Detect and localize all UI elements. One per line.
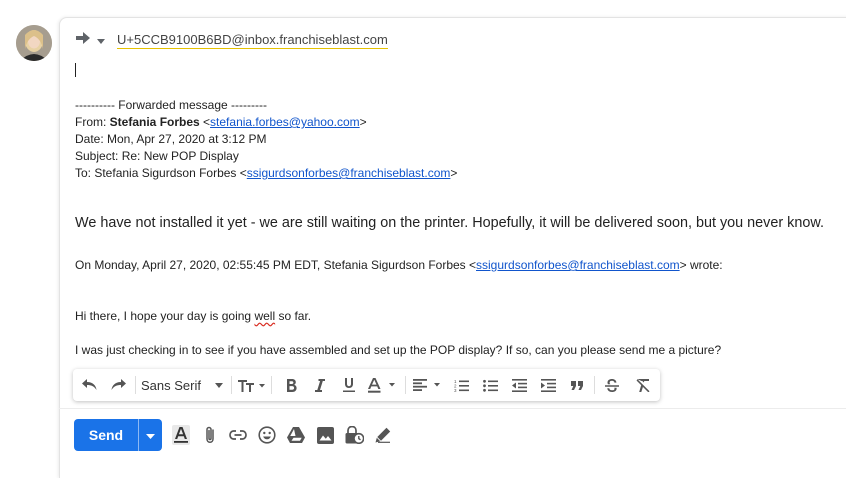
forwarded-to-email-link[interactable]: ssigurdsonforbes@franchiseblast.com (247, 166, 451, 180)
strikethrough-icon[interactable] (600, 369, 624, 401)
indent-more-icon[interactable] (536, 369, 560, 401)
remove-formatting-icon[interactable] (631, 369, 655, 401)
bold-icon[interactable] (279, 369, 303, 401)
forwarded-from-email-link[interactable]: stefania.forbes@yahoo.com (210, 115, 360, 129)
toolbar-separator (405, 376, 406, 394)
toolbar-separator (271, 376, 272, 394)
underline-icon[interactable] (337, 369, 361, 401)
toolbar-divider (59, 408, 846, 409)
svg-text:3: 3 (454, 388, 457, 392)
bulleted-list-icon[interactable] (478, 369, 502, 401)
forward-arrow-icon[interactable] (76, 31, 90, 49)
google-drive-icon[interactable] (285, 424, 307, 446)
toolbar-separator (135, 376, 136, 394)
misspelled-word[interactable]: well (254, 309, 275, 323)
send-button-group: Send (74, 419, 162, 451)
numbered-list-icon[interactable]: 123 (449, 369, 473, 401)
chevron-down-icon (215, 383, 223, 388)
chevron-down-icon (146, 426, 155, 444)
toolbar-separator (594, 376, 595, 394)
quoted-line-2: I was just checking in to see if you hav… (75, 343, 722, 357)
forwarded-from-line: From: Stefania Forbes <stefania.forbes@y… (75, 115, 367, 129)
forwarded-from-name: Stefania Forbes (109, 115, 200, 129)
insert-signature-icon[interactable] (372, 424, 394, 446)
reply-header: U+5CCB9100B6BD@inbox.franchiseblast.com (76, 31, 388, 49)
indent-less-icon[interactable] (507, 369, 531, 401)
text-color-icon[interactable] (366, 369, 400, 401)
text-cursor (75, 63, 76, 77)
forwarded-to-line: To: Stefania Sigurdson Forbes <ssigurdso… (75, 166, 458, 180)
quoted-line-1: Hi there, I hope your day is going well … (75, 309, 312, 323)
forwarded-subject-line: Subject: Re: New POP Display (75, 149, 239, 163)
send-options-dropdown[interactable] (138, 419, 162, 451)
avatar (16, 25, 52, 61)
formatting-options-icon[interactable] (170, 424, 192, 446)
send-button[interactable]: Send (74, 419, 138, 451)
align-icon[interactable] (411, 369, 445, 401)
italic-icon[interactable] (308, 369, 332, 401)
font-family-select[interactable]: Sans Serif (141, 369, 227, 401)
insert-link-icon[interactable] (227, 424, 249, 446)
insert-photo-icon[interactable] (314, 424, 336, 446)
redo-icon[interactable] (107, 369, 129, 401)
forwarded-message-header: ---------- Forwarded message --------- F… (75, 97, 457, 182)
formatting-toolbar: Sans Serif 123 (73, 369, 660, 401)
confidential-mode-icon[interactable] (343, 424, 365, 446)
attach-file-icon[interactable] (199, 424, 221, 446)
quote-icon[interactable] (565, 369, 589, 401)
forwarded-date-line: Date: Mon, Apr 27, 2020 at 3:12 PM (75, 132, 267, 146)
forwarded-divider-line: ---------- Forwarded message --------- (75, 98, 267, 112)
quote-header: On Monday, April 27, 2020, 02:55:45 PM E… (75, 258, 723, 272)
font-size-icon[interactable] (237, 369, 267, 401)
toolbar-separator (231, 376, 232, 394)
reply-type-dropdown-icon[interactable] (97, 31, 105, 49)
reply-body-text[interactable]: We have not installed it yet - we are st… (75, 215, 824, 231)
recipient-field[interactable]: U+5CCB9100B6BD@inbox.franchiseblast.com (117, 32, 388, 49)
quote-header-email-link[interactable]: ssigurdsonforbes@franchiseblast.com (476, 258, 680, 272)
insert-emoji-icon[interactable] (256, 424, 278, 446)
undo-icon[interactable] (79, 369, 101, 401)
